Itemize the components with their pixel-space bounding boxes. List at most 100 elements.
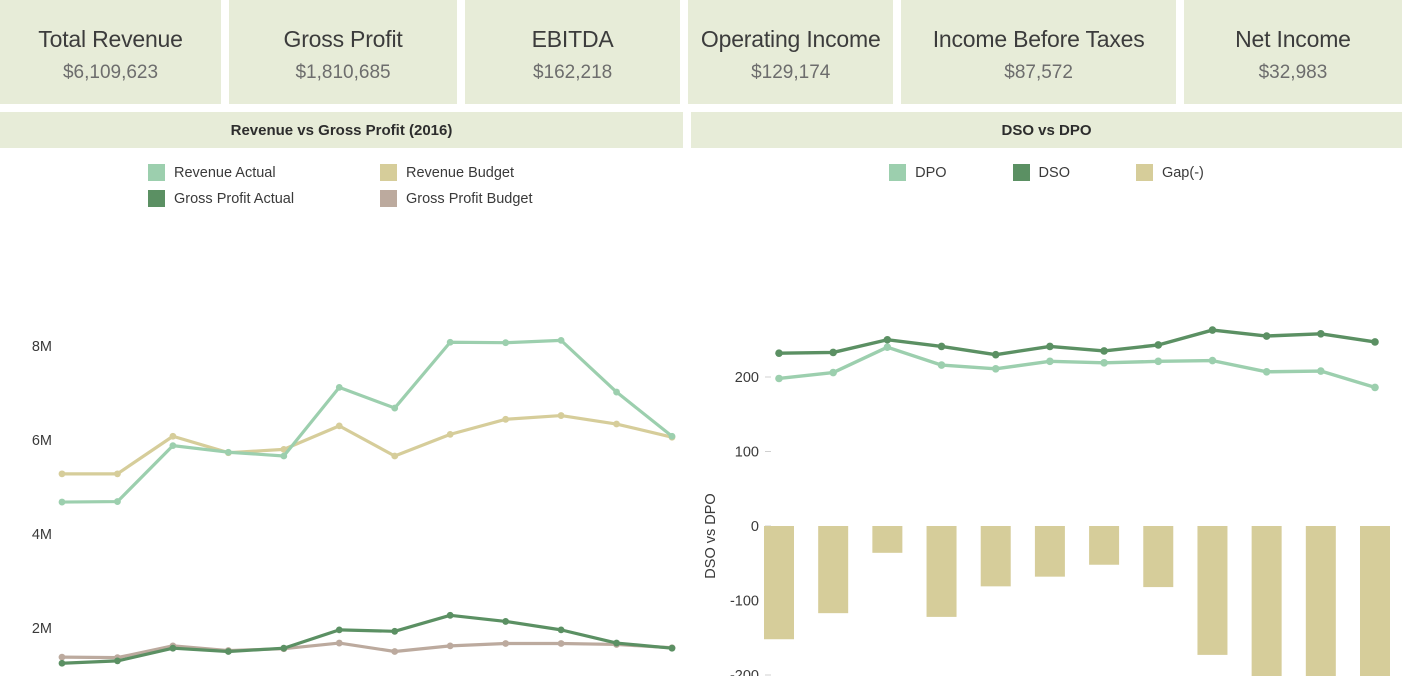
legend-item[interactable]: Gap(-)	[1135, 164, 1204, 181]
legend-item[interactable]: DSO	[1012, 164, 1070, 181]
chart-data-point	[169, 442, 177, 450]
chart-data-point	[1100, 347, 1108, 355]
chart-data-point	[775, 349, 783, 357]
chart-data-point	[1208, 326, 1217, 334]
chart-bar-gap	[818, 526, 849, 614]
kpi-title: EBITDA	[531, 26, 614, 52]
chart-bar-gap	[980, 526, 1011, 587]
chart-data-point	[1154, 341, 1163, 349]
chart-data-point	[883, 343, 892, 351]
legend-item[interactable]: DPO	[889, 164, 947, 181]
y-axis-tick-label: 200	[735, 370, 759, 386]
chart-data-point	[829, 368, 837, 377]
kpi-card[interactable]: EBITDA $162,218	[465, 0, 681, 104]
panel-header-left: Revenue vs Gross Profit (2016)	[0, 112, 683, 148]
chart-bar-gap	[764, 526, 794, 640]
chart-data-point	[58, 659, 66, 667]
dso-dpo-panel: DSO vs DPO DPO DSO Gap(-) -200 -100 0 100 200 D…	[691, 112, 1402, 676]
chart-line-gross-profit-budget	[60, 641, 674, 660]
chart-line-dpo	[777, 345, 1377, 390]
kpi-value: $6,109,623	[62, 62, 159, 83]
chart-data-point	[502, 339, 510, 347]
chart-data-point	[991, 350, 1000, 359]
chart-data-point	[391, 452, 399, 460]
chart-data-point	[114, 657, 121, 665]
chart-data-point	[1154, 357, 1163, 366]
chart-data-point	[1208, 356, 1217, 365]
chart-data-point	[391, 404, 399, 412]
legend-item[interactable]: Gross Profit Budget	[380, 190, 533, 207]
y-axis-tick-label: 0	[751, 519, 759, 535]
chart-data-point	[391, 648, 399, 655]
legend-label: Revenue Budget	[406, 164, 515, 181]
chart-data-point	[280, 452, 288, 460]
y-axis-tick-label: 2M	[32, 621, 52, 637]
legend-swatch-icon	[148, 164, 165, 181]
chart-data-point	[557, 336, 565, 344]
y-axis-tick-label: 100	[735, 445, 759, 461]
legend-label: Gross Profit Budget	[406, 190, 533, 207]
kpi-card[interactable]: Gross Profit $1,810,685	[229, 0, 458, 104]
chart-data-point	[446, 642, 454, 650]
chart-data-point	[613, 639, 620, 647]
kpi-card[interactable]: Income Before Taxes $87,572	[901, 0, 1176, 104]
chart-data-point	[446, 430, 454, 438]
chart-data-point	[502, 415, 510, 423]
kpi-card[interactable]: Total Revenue $6,109,623	[0, 0, 222, 104]
chart-bar-gap	[1143, 526, 1174, 588]
kpi-value: $32,983	[1258, 62, 1328, 83]
chart-data-point	[58, 498, 66, 506]
legend-label: Gap(-)	[1161, 164, 1204, 181]
chart-data-point	[446, 338, 454, 346]
kpi-card[interactable]: Operating Income $129,174	[688, 0, 894, 104]
legend-label: DPO	[915, 164, 947, 181]
y-axis-title: DSO vs DPO	[703, 493, 719, 578]
legend-swatch-icon	[889, 164, 907, 181]
chart-data-point	[557, 626, 565, 634]
chart-data-point	[613, 420, 620, 428]
dashboard: Total Revenue $6,109,623 Gross Profit $1,81…	[0, 0, 1402, 676]
page-title-left: Revenue vs Gross Profit (2016)	[230, 121, 453, 139]
chart-data-point	[502, 618, 510, 625]
chart-bar-gap	[1360, 526, 1390, 676]
kpi-title: Total Revenue	[38, 26, 183, 52]
legend-label: DSO	[1038, 164, 1070, 181]
legend-item[interactable]: Revenue Actual	[148, 164, 380, 181]
chart-data-point	[557, 412, 565, 419]
chart-data-point	[114, 470, 121, 478]
kpi-title: Net Income	[1235, 26, 1351, 52]
chart-data-point	[224, 448, 232, 456]
y-axis-tick-label: -100	[730, 594, 759, 610]
revenue-gross-profit-chart: 0M2M4M6M8MJanFebMarAprMayJunJulAugSepOct…	[0, 208, 683, 676]
legend-item[interactable]: Gross Profit Actual	[148, 190, 380, 207]
chart-bar-gap	[926, 526, 957, 617]
chart-data-point	[1317, 329, 1325, 338]
legend-swatch-icon	[148, 190, 165, 207]
chart-data-point	[991, 365, 1000, 373]
y-axis-tick-label: -200	[730, 668, 759, 676]
legend-label: Gross Profit Actual	[174, 190, 295, 207]
y-axis-tick-label: 6M	[32, 433, 52, 449]
chart-data-point	[114, 498, 121, 505]
kpi-card[interactable]: Net Income $32,983	[1183, 0, 1402, 104]
chart-bar-gap	[1251, 526, 1282, 676]
kpi-card-row: Total Revenue $6,109,623 Gross Profit $1,81…	[0, 0, 1402, 104]
chart-data-point	[1262, 367, 1271, 376]
chart-data-point	[1100, 359, 1108, 367]
chart-data-point	[502, 640, 510, 647]
chart-data-point	[1046, 342, 1054, 351]
legend-item[interactable]: Revenue Budget	[380, 164, 533, 181]
kpi-title: Operating Income	[700, 26, 881, 52]
kpi-value: $1,810,685	[295, 62, 391, 83]
chart-bar-gap	[1197, 526, 1228, 655]
chart-data-point	[883, 335, 892, 344]
chart-data-point	[557, 640, 565, 647]
chart-data-point	[446, 611, 454, 619]
chart-data-point	[1371, 383, 1379, 392]
chart-data-point	[335, 422, 343, 430]
chart-data-point	[937, 342, 946, 351]
chart-data-point	[335, 639, 343, 647]
chart-data-point	[1262, 332, 1271, 340]
dso-dpo-chart: -200-1000100200DSO vs DPOJanFebMarAprMay…	[691, 208, 1402, 676]
chart-data-point	[1371, 338, 1379, 346]
